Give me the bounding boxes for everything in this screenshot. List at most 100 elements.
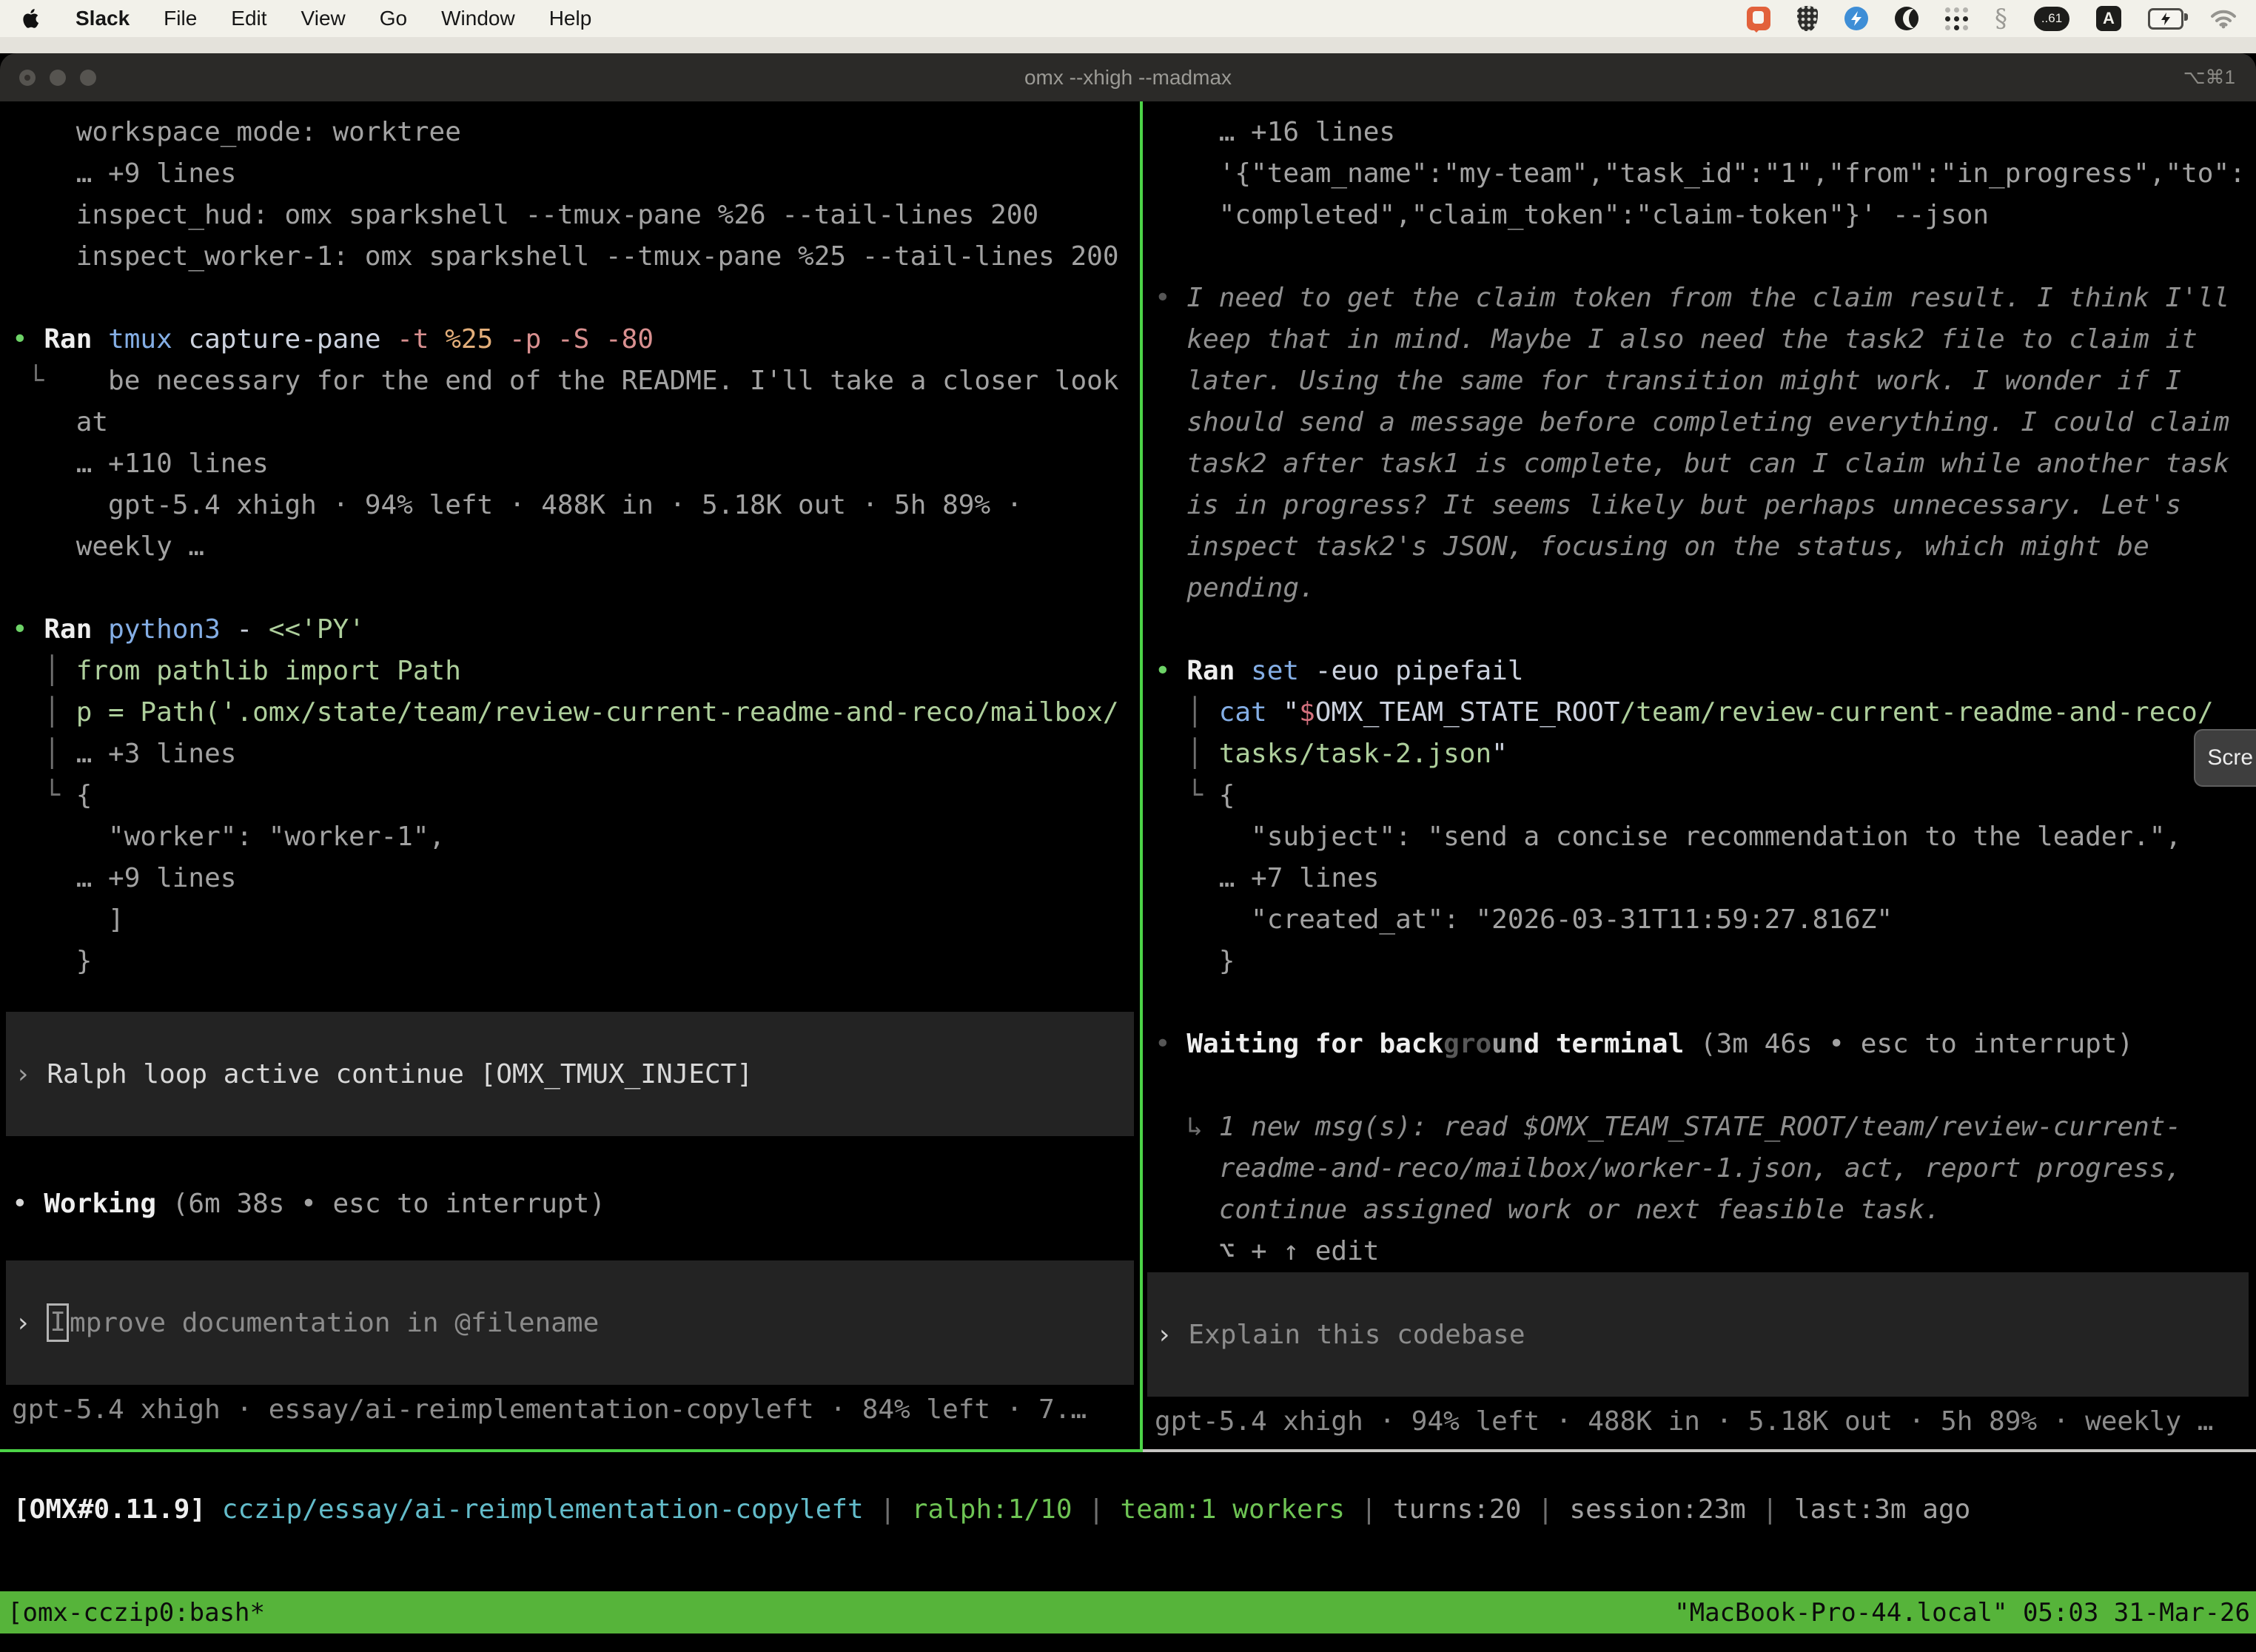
dots-grid-icon[interactable] [1945, 7, 1968, 30]
omx-status-line: [OMX#0.11.9] cczip/essay/ai-reimplementa… [0, 1452, 2256, 1531]
wifi-icon[interactable] [2210, 8, 2237, 29]
input-prompt: › [1156, 1320, 1188, 1350]
terminal-line: } [1155, 941, 2256, 982]
terminal-line: at [12, 402, 1140, 443]
terminal-line: • Working (6m 38s • esc to interrupt) [12, 1183, 1140, 1225]
pane-right-statusline: gpt-5.4 xhigh · 94% left · 488K in · 5.1… [1143, 1401, 2256, 1443]
terminal-line: "subject": "send a concise recommendatio… [1155, 816, 2256, 858]
terminal-line: continue assigned work or next feasible … [1155, 1189, 2256, 1231]
terminal-line: … +9 lines [12, 153, 1140, 195]
terminal-line: "created_at": "2026-03-31T11:59:27.816Z" [1155, 899, 2256, 941]
pane-left[interactable]: workspace_mode: worktree … +9 lines insp… [0, 101, 1140, 1449]
terminal-line: └ be necessary for the end of the README… [12, 360, 1140, 402]
terminal-line: inspect_hud: omx sparkshell --tmux-pane … [12, 195, 1140, 236]
terminal-line: • Ran python3 - <<'PY' [12, 609, 1140, 651]
text-cursor: I [47, 1303, 69, 1342]
terminal-line: • Ran tmux capture-pane -t %25 -p -S -80 [12, 319, 1140, 360]
terminal-line: ⌥ + ↑ edit [1155, 1231, 2256, 1272]
terminal-line: │ cat "$OMX_TEAM_STATE_ROOT/team/review-… [1155, 692, 2256, 733]
terminal-line: … +9 lines [12, 858, 1140, 899]
terminal-line: '{"team_name":"my-team","task_id":"1","f… [1155, 153, 2256, 195]
close-button[interactable] [19, 70, 36, 86]
crescent-icon[interactable] [1895, 7, 1918, 30]
minimize-button[interactable] [50, 70, 66, 86]
terminal-line: inspect task2's JSON, focusing on the st… [1155, 526, 2256, 568]
menu-bar-left: Slack File Edit View Go Window Help [0, 7, 591, 30]
terminal-line: │ from pathlib import Path [12, 651, 1140, 692]
terminal-window: omx --xhigh --madmax ⌥⌘1 workspace_mode:… [0, 53, 2256, 1652]
input-prompt: › [15, 1308, 47, 1338]
shield-icon[interactable] [1797, 6, 1818, 31]
apple-icon[interactable] [22, 7, 41, 30]
chat-app-icon[interactable] [1747, 7, 1770, 30]
window-titlebar[interactable]: omx --xhigh --madmax ⌥⌘1 [0, 53, 2256, 101]
ralph-loop-banner: › Ralph loop active continue [OMX_TMUX_I… [6, 1012, 1134, 1136]
dragon-icon[interactable]: § [1995, 6, 2007, 31]
pane-left-input[interactable]: › Improve documentation in @filename [6, 1260, 1134, 1385]
terminal-line [12, 278, 1140, 319]
terminal-line: • Ran set -euo pipefail [1155, 651, 2256, 692]
terminal-line: │ … +3 lines [12, 733, 1140, 775]
terminal-line [1155, 1065, 2256, 1107]
terminal-content: workspace_mode: worktree … +9 lines insp… [0, 101, 2256, 1652]
terminal-line: ] [12, 899, 1140, 941]
menu-item-view[interactable]: View [301, 7, 346, 30]
pane-left-statusline: gpt-5.4 xhigh · essay/ai-reimplementatio… [0, 1389, 1140, 1431]
terminal-line: weekly … [12, 526, 1140, 568]
terminal-line: } [12, 941, 1140, 982]
terminal-line: • I need to get the claim token from the… [1155, 278, 2256, 319]
pane-right[interactable]: … +16 lines '{"team_name":"my-team","tas… [1143, 101, 2256, 1449]
tmux-status-bar: [omx-cczip0:bash* "MacBook-Pro-44.local"… [0, 1591, 2256, 1633]
terminal-line: "completed","claim_token":"claim-token"}… [1155, 195, 2256, 236]
terminal-line: … +16 lines [1155, 112, 2256, 153]
terminal-line: later. Using the same for transition mig… [1155, 360, 2256, 402]
input-source-icon[interactable]: A [2096, 6, 2121, 31]
terminal-line: ↳ 1 new msg(s): read $OMX_TEAM_STATE_ROO… [1155, 1107, 2256, 1148]
menu-item-window[interactable]: Window [441, 7, 515, 30]
terminal-line: … +110 lines [12, 443, 1140, 485]
terminal-line: gpt-5.4 xhigh · 94% left · 488K in · 5.1… [12, 485, 1140, 526]
menu-item-go[interactable]: Go [380, 7, 407, 30]
desktop-background [0, 37, 2256, 53]
zoom-button[interactable] [80, 70, 96, 86]
menu-item-edit[interactable]: Edit [231, 7, 266, 30]
terminal-line: "worker": "worker-1", [12, 816, 1140, 858]
screen-tooltip: Scre [2194, 729, 2256, 787]
terminal-line: └ { [1155, 775, 2256, 816]
window-title: omx --xhigh --madmax [1024, 66, 1232, 90]
tmux-host-clock: "MacBook-Pro-44.local" 05:03 31-Mar-26 [1674, 1598, 2256, 1628]
pane-right-output: … +16 lines '{"team_name":"my-team","tas… [1143, 101, 2256, 1272]
banner-text: Ralph loop active continue [OMX_TMUX_INJ… [31, 1059, 753, 1089]
terminal-line: workspace_mode: worktree [12, 112, 1140, 153]
bolt-circle-icon[interactable] [1844, 7, 1868, 30]
screen: Slack File Edit View Go Window Help § ..… [0, 0, 2256, 1652]
terminal-line: is in progress? It seems likely but perh… [1155, 485, 2256, 526]
menu-item-file[interactable]: File [164, 7, 197, 30]
terminal-line: │ p = Path('.omx/state/team/review-curre… [12, 692, 1140, 733]
terminal-line: should send a message before completing … [1155, 402, 2256, 443]
terminal-line [1155, 982, 2256, 1024]
input-placeholder: Explain this codebase [1188, 1320, 1525, 1350]
terminal-footer: [OMX#0.11.9] cczip/essay/ai-reimplementa… [0, 1452, 2256, 1652]
menu-item-help[interactable]: Help [549, 7, 592, 30]
active-app-name[interactable]: Slack [75, 7, 130, 30]
terminal-line: inspect_worker-1: omx sparkshell --tmux-… [12, 236, 1140, 278]
tmux-session-name[interactable]: [omx-cczip0:bash* [0, 1598, 265, 1628]
pane-left-output: workspace_mode: worktree … +9 lines insp… [0, 101, 1140, 982]
window-shortcut: ⌥⌘1 [2183, 66, 2235, 89]
traffic-lights [19, 53, 96, 101]
terminal-line: task2 after task1 is complete, but can I… [1155, 443, 2256, 485]
battery-icon[interactable] [2148, 8, 2183, 30]
input-placeholder: mprove documentation in @filename [70, 1308, 599, 1338]
terminal-line [1155, 236, 2256, 278]
pane-right-input[interactable]: › Explain this codebase [1147, 1272, 2249, 1397]
terminal-line: readme-and-reco/mailbox/worker-1.json, a… [1155, 1148, 2256, 1189]
terminal-line: pending. [1155, 568, 2256, 609]
working-status-line: • Working (6m 38s • esc to interrupt) [0, 1183, 1140, 1225]
terminal-line: keep that in mind. Maybe I also need the… [1155, 319, 2256, 360]
terminal-line: │ tasks/task-2.json" [1155, 733, 2256, 775]
terminal-line: [OMX#0.11.9] cczip/essay/ai-reimplementa… [13, 1489, 2256, 1531]
terminal-line: • Waiting for background terminal (3m 46… [1155, 1024, 2256, 1065]
banner-prompt: › [15, 1059, 31, 1089]
count-badge-icon[interactable]: ..61 [2034, 7, 2069, 31]
